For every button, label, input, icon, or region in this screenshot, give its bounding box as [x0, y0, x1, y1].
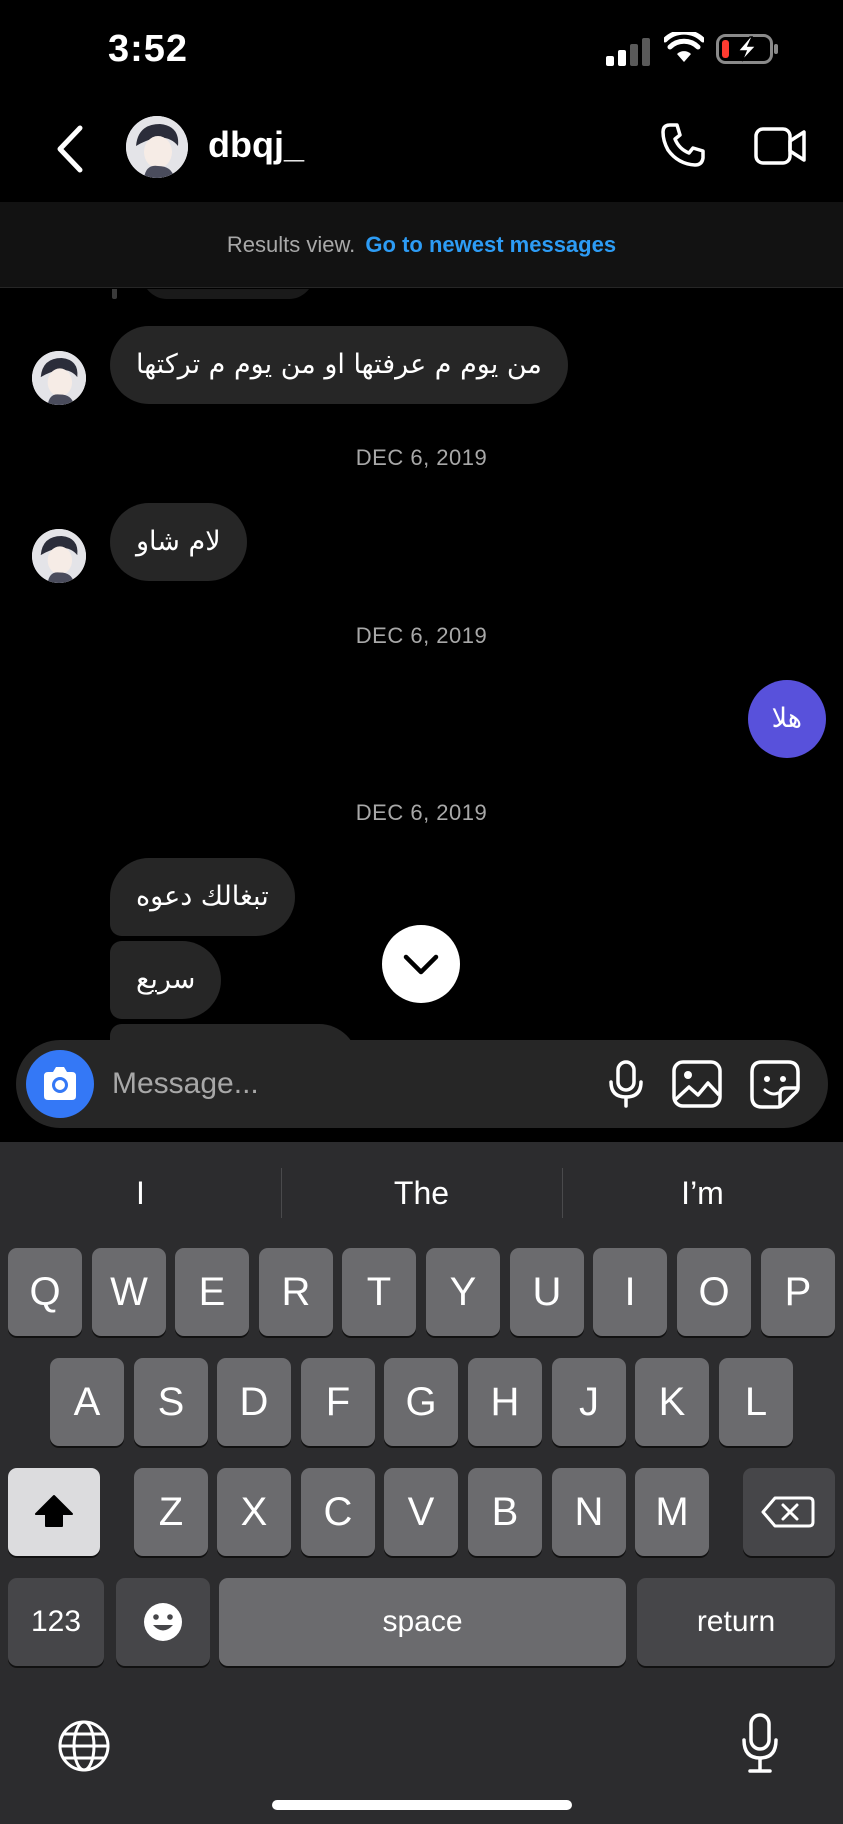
message-bubble-sent[interactable]: هلا: [747, 680, 826, 758]
camera-icon: [44, 1067, 76, 1100]
key-z[interactable]: Z: [134, 1468, 208, 1556]
avatar-illustration: [32, 351, 86, 405]
key-e[interactable]: E: [175, 1248, 249, 1336]
key-m[interactable]: M: [635, 1468, 709, 1556]
reply-indicator: [112, 289, 117, 299]
suggestion-2[interactable]: The: [281, 1142, 562, 1244]
key-o[interactable]: O: [677, 1248, 751, 1336]
scroll-to-bottom-button[interactable]: [382, 925, 460, 1003]
message-bubble-received[interactable]: من يوم م عرفتها او من يوم م تركتها: [110, 326, 568, 404]
phone-call-icon[interactable]: [660, 122, 706, 168]
sender-avatar[interactable]: [32, 529, 86, 583]
message-bubble-partial[interactable]: [142, 289, 314, 299]
status-bar: 3:52: [0, 0, 843, 100]
date-separator: DEC 6, 2019: [355, 445, 488, 470]
key-s[interactable]: S: [134, 1358, 208, 1446]
date-separator: DEC 6, 2019: [355, 623, 488, 648]
key-c[interactable]: C: [301, 1468, 375, 1556]
message-bubble-received[interactable]: لام شاو: [110, 503, 247, 581]
sticker-icon[interactable]: [748, 1058, 802, 1110]
key-d[interactable]: D: [217, 1358, 291, 1446]
wifi-icon: [664, 32, 704, 62]
cellular-signal-icon: [606, 38, 650, 66]
key-h[interactable]: H: [468, 1358, 542, 1446]
message-input[interactable]: [112, 1060, 492, 1108]
key-q[interactable]: Q: [8, 1248, 82, 1336]
gallery-icon[interactable]: [670, 1058, 724, 1110]
keyboard: I The I’m Q W E R T Y U I O P A S D F G …: [0, 1142, 843, 1824]
back-arrow-icon[interactable]: [52, 124, 86, 174]
dictation-microphone-icon[interactable]: [740, 1712, 780, 1776]
suggestion-bar: I The I’m: [0, 1142, 843, 1244]
key-b[interactable]: B: [468, 1468, 542, 1556]
space-key[interactable]: space: [219, 1578, 626, 1666]
message-bubble-received[interactable]: تبغالك دعوه: [110, 858, 295, 936]
date-separator: DEC 6, 2019: [355, 800, 488, 825]
delete-key[interactable]: [743, 1468, 835, 1556]
key-v[interactable]: V: [384, 1468, 458, 1556]
key-l[interactable]: L: [719, 1358, 793, 1446]
key-y[interactable]: Y: [426, 1248, 500, 1336]
key-x[interactable]: X: [217, 1468, 291, 1556]
key-i[interactable]: I: [593, 1248, 667, 1336]
backspace-icon: [761, 1496, 815, 1528]
message-thread[interactable]: من يوم م عرفتها او من يوم م تركتها DEC 6…: [0, 289, 843, 1041]
key-n[interactable]: N: [552, 1468, 626, 1556]
key-w[interactable]: W: [92, 1248, 166, 1336]
suggestion-3[interactable]: I’m: [562, 1142, 843, 1244]
avatar-illustration: [32, 529, 86, 583]
key-r[interactable]: R: [259, 1248, 333, 1336]
home-indicator[interactable]: [272, 1800, 572, 1810]
go-to-newest-link[interactable]: Go to newest messages: [365, 232, 616, 257]
microphone-icon[interactable]: [600, 1058, 652, 1110]
shift-key[interactable]: [8, 1468, 100, 1556]
key-g[interactable]: G: [384, 1358, 458, 1446]
return-key[interactable]: return: [637, 1578, 835, 1666]
key-p[interactable]: P: [761, 1248, 835, 1336]
message-bubble-partial[interactable]: [110, 1024, 358, 1041]
emoji-key[interactable]: [116, 1578, 210, 1666]
camera-button[interactable]: [26, 1050, 94, 1118]
results-view-label: Results view.: [226, 232, 356, 257]
key-j[interactable]: J: [552, 1358, 626, 1446]
message-bubble-received[interactable]: سريع: [110, 941, 222, 1019]
globe-icon[interactable]: [56, 1718, 112, 1774]
suggestion-1[interactable]: I: [0, 1142, 281, 1244]
chevron-down-icon: [403, 954, 439, 975]
key-f[interactable]: F: [301, 1358, 375, 1446]
video-call-icon[interactable]: [754, 126, 806, 166]
results-view-banner: Results view. Go to newest messages: [0, 202, 843, 288]
key-u[interactable]: U: [510, 1248, 584, 1336]
key-k[interactable]: K: [635, 1358, 709, 1446]
conversation-username[interactable]: dbqj_: [208, 124, 304, 166]
avatar-illustration: [126, 116, 188, 178]
status-time: 3:52: [108, 28, 189, 70]
conversation-header: dbqj_: [0, 100, 843, 200]
message-composer: [16, 1040, 828, 1128]
emoji-icon: [144, 1603, 182, 1641]
shift-arrow-icon: [35, 1495, 73, 1527]
key-a[interactable]: A: [50, 1358, 124, 1446]
avatar[interactable]: [126, 116, 188, 178]
sender-avatar[interactable]: [32, 351, 86, 405]
numbers-key[interactable]: 123: [8, 1578, 104, 1666]
battery-charging-icon: [716, 34, 778, 64]
key-t[interactable]: T: [342, 1248, 416, 1336]
